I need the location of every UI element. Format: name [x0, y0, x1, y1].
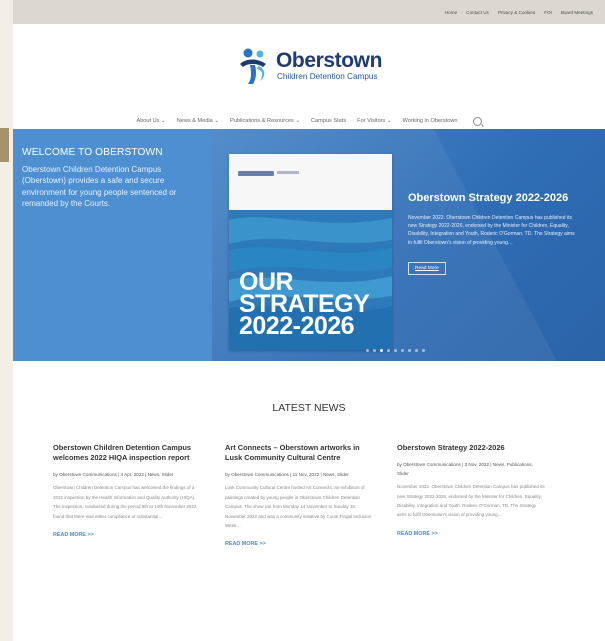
nav-item-working[interactable]: Working in Oberstown [403, 118, 458, 124]
topbar-link-foi[interactable]: FOI [544, 10, 552, 15]
news-item: Oberstown Strategy 2022-2026 by Oberstow… [397, 443, 545, 550]
top-utility-bar: Home Contact Us Privacy & Cookies FOI Bo… [13, 0, 605, 24]
topbar-link-board[interactable]: Board Meetings [561, 10, 593, 15]
slider-pagination [366, 349, 425, 352]
slide-caption: Oberstown Strategy 2022-2026 November 20… [408, 191, 580, 275]
slider-dot[interactable] [373, 349, 376, 352]
slider-dot[interactable] [394, 349, 397, 352]
nav-item-news-media[interactable]: News & Media ⌄ [177, 118, 219, 124]
site-logo[interactable]: Oberstown Children Detention Campus [13, 42, 605, 90]
news-read-more-link[interactable]: READ MORE >> [225, 541, 266, 547]
slider-dot-active[interactable] [380, 349, 383, 352]
topbar-link-privacy[interactable]: Privacy & Cookies [498, 10, 535, 15]
latest-news-section: LATEST NEWS Oberstown Children Detention… [13, 361, 605, 641]
cover-logo-icon [238, 171, 274, 176]
nav-item-visitors[interactable]: For Visitors ⌄ [357, 118, 391, 124]
logo-subtitle: Children Detention Campus [276, 72, 378, 81]
cover-title: OUR STRATEGY 2022-2026 [239, 268, 369, 340]
slider-dot[interactable] [401, 349, 404, 352]
page: Home Contact Us Privacy & Cookies FOI Bo… [13, 0, 605, 641]
latest-news-heading: LATEST NEWS [272, 402, 346, 414]
news-item-meta: by Oberstown Communications | 4 Apr, 202… [53, 472, 174, 478]
slide-body: November 2022. Oberstown Children Detent… [408, 215, 575, 246]
news-item-excerpt: November 2022. Oberstown Children Detent… [397, 484, 545, 518]
topbar-link-home[interactable]: Home [445, 10, 457, 15]
slider-dot[interactable] [366, 349, 369, 352]
news-grid: Oberstown Children Detention Campus welc… [53, 443, 545, 550]
slide-title: Oberstown Strategy 2022-2026 [408, 192, 569, 204]
slider-dot[interactable] [387, 349, 390, 352]
search-icon[interactable] [472, 116, 482, 126]
news-read-more-link[interactable]: READ MORE >> [397, 531, 438, 537]
read-more-button[interactable]: Read More [408, 261, 446, 275]
side-accent-tab [0, 128, 9, 162]
news-item-title[interactable]: Oberstown Strategy 2022-2026 [397, 443, 545, 453]
news-item-excerpt: Lusk Community Cultural Centre hosted Ar… [225, 485, 372, 529]
hero-section: WELCOME TO OBERSTOWN Oberstown Children … [13, 129, 605, 361]
news-item-meta: by Oberstown Communications | 11 Nov, 20… [225, 472, 349, 478]
nav-item-publications[interactable]: Publications & Resources ⌄ [230, 118, 300, 124]
welcome-text: Oberstown Children Detention Campus (Obe… [22, 165, 177, 209]
slider-dot[interactable] [415, 349, 418, 352]
welcome-panel: WELCOME TO OBERSTOWN Oberstown Children … [13, 129, 212, 361]
oberstown-logo-icon [239, 48, 266, 84]
news-item-meta: by Oberstown Communications | 3 Nov, 202… [397, 462, 533, 477]
news-item-title[interactable]: Oberstown Children Detention Campus welc… [53, 443, 201, 463]
topbar-link-contact[interactable]: Contact Us [466, 10, 489, 15]
nav-item-campus-stats[interactable]: Campus Stats [311, 118, 346, 124]
strategy-cover-image[interactable]: OUR STRATEGY 2022-2026 [229, 154, 392, 350]
news-item-excerpt: Oberstown Children Detention Campus has … [53, 485, 198, 519]
slider-dot[interactable] [408, 349, 411, 352]
slider-dot[interactable] [422, 349, 425, 352]
news-item: Oberstown Children Detention Campus welc… [53, 443, 201, 550]
main-navigation: About Us ⌄ News & Media ⌄ Publications &… [13, 114, 605, 128]
hero-slider: OUR STRATEGY 2022-2026 Oberstown Strateg… [212, 129, 605, 361]
welcome-title: WELCOME TO OBERSTOWN [22, 147, 163, 158]
logo-title: Oberstown [275, 49, 383, 72]
news-read-more-link[interactable]: READ MORE >> [53, 532, 94, 538]
news-item: Art Connects – Oberstown artworks in Lus… [225, 443, 373, 550]
nav-item-about[interactable]: About Us ⌄ [136, 118, 165, 124]
news-item-title[interactable]: Art Connects – Oberstown artworks in Lus… [225, 443, 373, 463]
